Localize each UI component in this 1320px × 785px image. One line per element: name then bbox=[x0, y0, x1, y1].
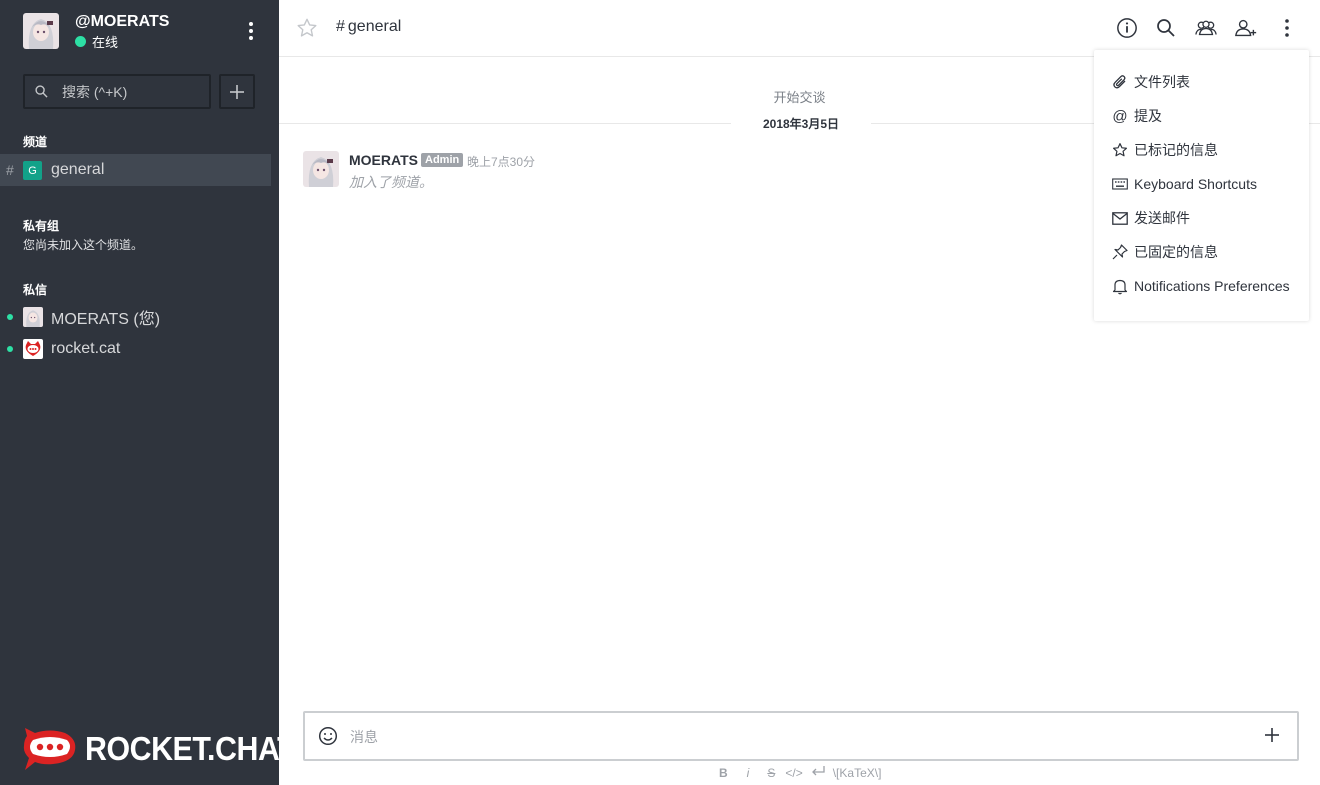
room-options-menu: 文件列表 @ 提及 已标记的信息 Keyboard Shortcuts 发送邮件… bbox=[1094, 50, 1309, 321]
message[interactable]: MOERATS Admin 晚上7点30分 加入了频道。 bbox=[303, 151, 1003, 191]
sidebar-item-label: MOERATS (您) bbox=[51, 311, 161, 328]
favorite-star-icon[interactable] bbox=[296, 17, 318, 39]
message-body: 加入了频道。 bbox=[349, 174, 433, 190]
sidebar-item-rocket-cat[interactable]: rocket.cat bbox=[0, 333, 271, 365]
user-status[interactable]: 在线 bbox=[75, 32, 118, 51]
role-badge: Admin bbox=[421, 153, 464, 167]
online-status-icon bbox=[7, 346, 13, 352]
menu-item-keyboard-shortcuts[interactable]: Keyboard Shortcuts bbox=[1111, 173, 1257, 195]
emoji-icon[interactable] bbox=[318, 726, 338, 746]
create-new-button[interactable] bbox=[219, 74, 255, 109]
plus-icon bbox=[230, 84, 244, 99]
online-status-icon bbox=[7, 314, 13, 320]
hash-icon: # bbox=[6, 162, 14, 178]
search-placeholder: 搜索 (^+K) bbox=[62, 83, 128, 100]
channels-section-title: 频道 bbox=[23, 135, 48, 149]
hash-icon: # bbox=[336, 18, 345, 35]
pin-icon bbox=[1111, 243, 1129, 261]
message-composer[interactable]: 消息 bbox=[303, 711, 1299, 761]
dm-section-title: 私信 bbox=[23, 283, 48, 297]
room-title: # general bbox=[336, 18, 401, 36]
avatar bbox=[23, 307, 43, 327]
online-status-icon bbox=[75, 36, 86, 47]
menu-item-label: 发送邮件 bbox=[1134, 210, 1190, 226]
rocket-cat-avatar bbox=[23, 339, 43, 359]
paperclip-icon bbox=[1111, 73, 1129, 91]
date-divider-label: 2018年3月5日 bbox=[731, 115, 871, 132]
kebab-menu-icon[interactable] bbox=[1275, 16, 1299, 40]
search-icon bbox=[35, 85, 48, 98]
menu-item-send-email[interactable]: 发送邮件 bbox=[1111, 207, 1190, 229]
menu-item-label: 文件列表 bbox=[1134, 74, 1190, 90]
italic-button[interactable]: i bbox=[747, 766, 750, 780]
sidebar-menu-icon[interactable] bbox=[239, 19, 263, 43]
user-header: @MOERATS 在线 bbox=[23, 13, 263, 51]
katex-button[interactable]: \[KaTeX\] bbox=[833, 766, 882, 780]
sidebar-item-moerats[interactable]: MOERATS (您) bbox=[0, 301, 271, 333]
room-title-label: general bbox=[347, 18, 402, 35]
plus-icon[interactable] bbox=[1263, 726, 1283, 746]
message-timestamp: 晚上7点30分 bbox=[467, 155, 536, 169]
star-icon bbox=[1111, 141, 1129, 159]
menu-item-notifications[interactable]: Notifications Preferences bbox=[1111, 275, 1290, 297]
search-input[interactable]: 搜索 (^+K) bbox=[23, 74, 211, 109]
user-avatar[interactable] bbox=[23, 13, 59, 49]
sidebar-item-label: general bbox=[51, 161, 105, 178]
rocket-chat-logo: ROCKET.CHAT bbox=[23, 726, 314, 772]
groups-empty-note: 您尚未加入这个频道。 bbox=[23, 238, 144, 252]
status-label: 在线 bbox=[92, 35, 119, 50]
message-input[interactable]: 消息 bbox=[350, 727, 378, 747]
sidebar-item-general[interactable]: # G general bbox=[0, 154, 271, 186]
sidebar: @MOERATS 在线 搜索 (^+K) 频道 # G general 私有组 … bbox=[0, 0, 296, 785]
message-author[interactable]: MOERATS bbox=[349, 152, 418, 168]
menu-item-label: Notifications Preferences bbox=[1134, 278, 1290, 294]
menu-item-label: 提及 bbox=[1134, 108, 1162, 124]
multiline-icon[interactable] bbox=[811, 765, 825, 780]
menu-item-label: 已固定的信息 bbox=[1134, 244, 1218, 260]
bold-button[interactable]: B bbox=[719, 766, 728, 780]
code-button[interactable]: </> bbox=[785, 766, 802, 780]
menu-item-pinned[interactable]: 已固定的信息 bbox=[1111, 241, 1218, 263]
search-icon[interactable] bbox=[1154, 16, 1178, 40]
info-icon[interactable] bbox=[1115, 16, 1139, 40]
menu-item-starred[interactable]: 已标记的信息 bbox=[1111, 139, 1218, 161]
formatting-toolbar: B i S </> \[KaTeX\] bbox=[719, 765, 881, 780]
menu-item-label: 已标记的信息 bbox=[1134, 142, 1218, 158]
bell-icon bbox=[1111, 277, 1129, 295]
at-icon: @ bbox=[1112, 107, 1128, 125]
add-user-icon[interactable] bbox=[1234, 16, 1258, 40]
groups-section-title: 私有组 bbox=[23, 219, 60, 233]
menu-item-files[interactable]: 文件列表 bbox=[1111, 71, 1190, 93]
sidebar-item-label: rocket.cat bbox=[51, 340, 121, 357]
menu-item-mentions[interactable]: @ 提及 bbox=[1111, 105, 1162, 127]
avatar[interactable] bbox=[303, 151, 339, 187]
strike-button[interactable]: S bbox=[767, 766, 775, 780]
menu-item-label: Keyboard Shortcuts bbox=[1134, 176, 1257, 192]
logo-text: ROCKET.CHAT bbox=[85, 730, 296, 767]
mail-icon bbox=[1111, 209, 1129, 227]
keyboard-icon bbox=[1111, 175, 1129, 193]
rocket-chat-logo-icon bbox=[23, 728, 76, 770]
members-icon[interactable] bbox=[1194, 16, 1218, 40]
room-header: # general bbox=[279, 0, 1320, 57]
username: @MOERATS bbox=[75, 13, 170, 30]
channel-avatar: G bbox=[23, 161, 42, 180]
